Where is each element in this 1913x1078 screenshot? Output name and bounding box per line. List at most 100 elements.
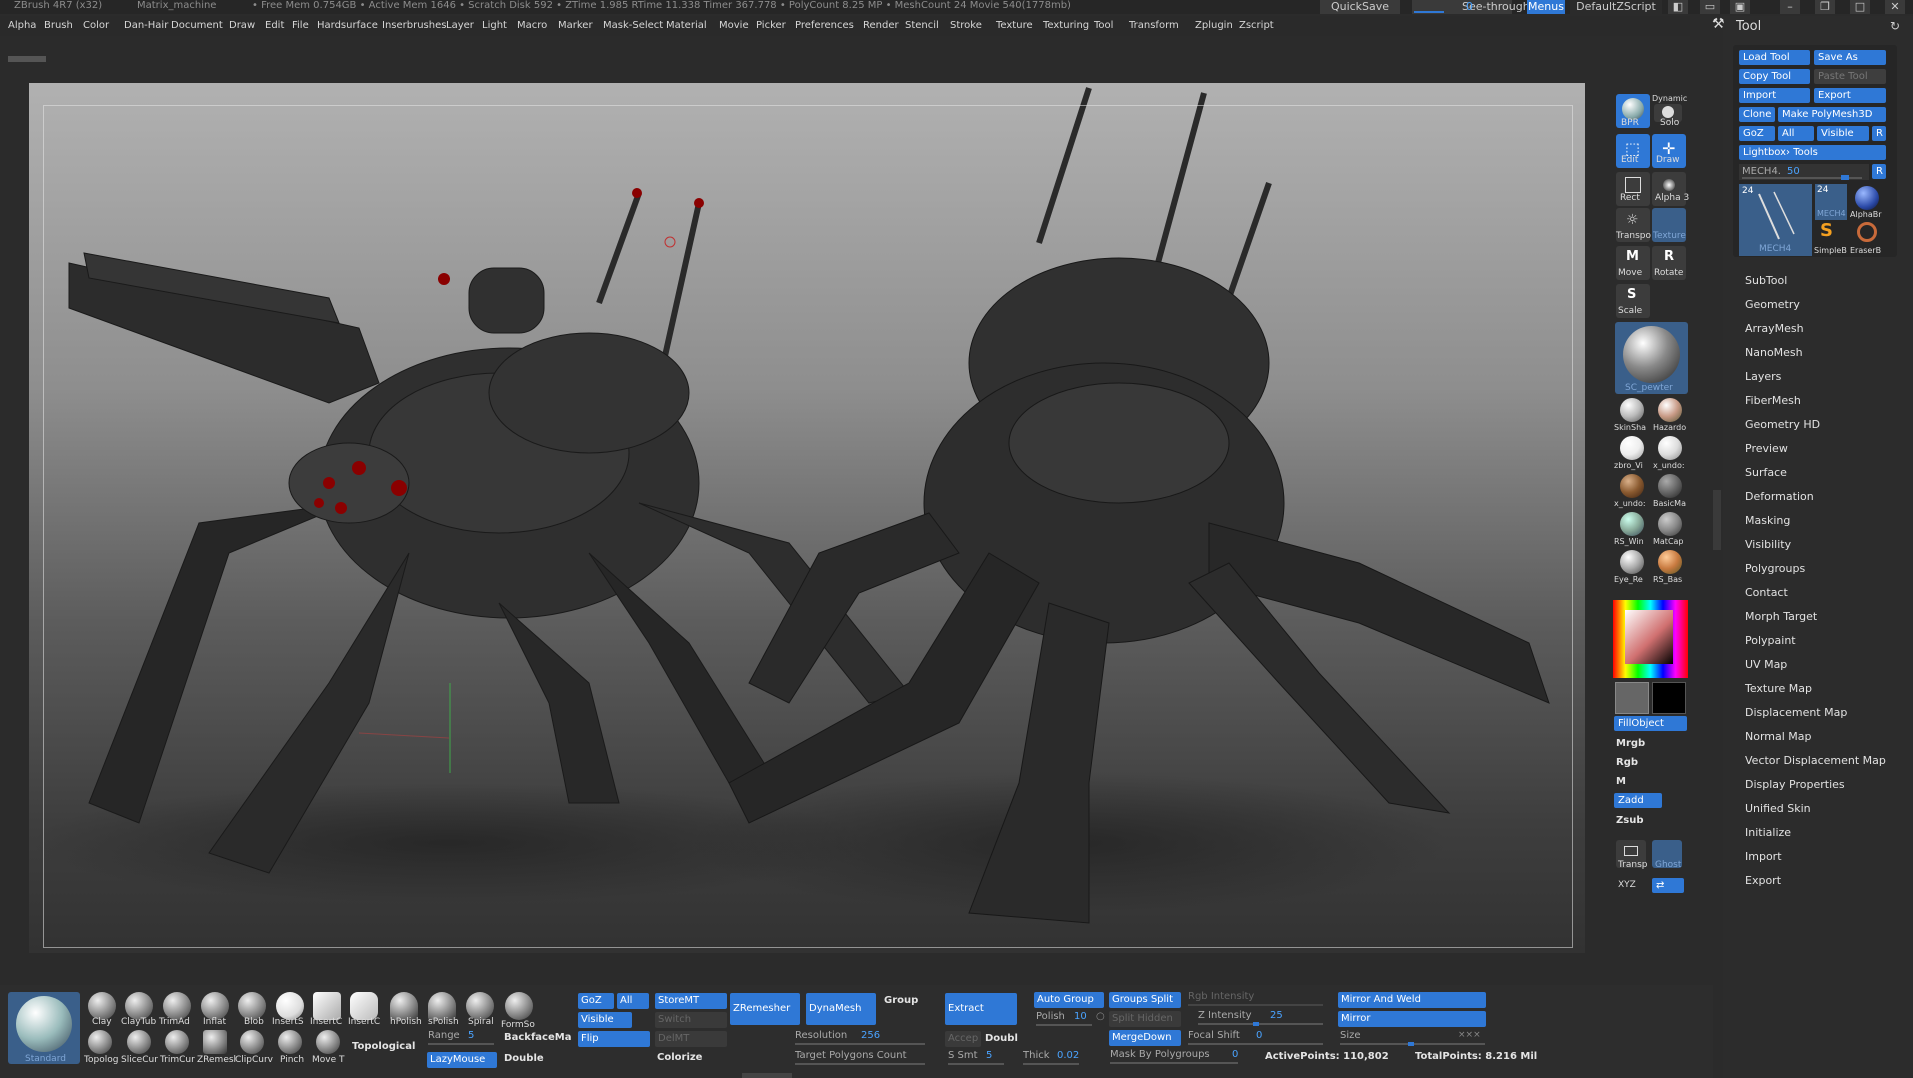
auto-groups-button[interactable]: Auto Group [1034, 992, 1104, 1008]
section-fibermesh[interactable]: FiberMesh [1745, 394, 1801, 407]
load-tool-button[interactable]: Load Tool [1739, 50, 1810, 65]
groups-split-button[interactable]: Groups Split [1109, 992, 1181, 1008]
section-contact[interactable]: Contact [1745, 586, 1788, 599]
brush-topology[interactable] [88, 1030, 112, 1054]
lazymouse-button[interactable]: LazyMouse [427, 1052, 497, 1068]
menu-transform[interactable]: Transform [1129, 20, 1179, 31]
size-slider[interactable]: Size ××× [1340, 1030, 1488, 1046]
current-material-button[interactable]: SC_pewter [1615, 322, 1688, 394]
menu-dan-hair[interactable]: Dan-Hair [124, 20, 168, 31]
brush-pinch[interactable] [278, 1030, 302, 1054]
menu-stencil[interactable]: Stencil [905, 20, 939, 31]
section-texture-map[interactable]: Texture Map [1745, 682, 1812, 695]
mergedown-button[interactable]: MergeDown [1109, 1030, 1181, 1046]
save-as-button[interactable]: Save As [1814, 50, 1886, 65]
make-polymesh3d-button[interactable]: Make PolyMesh3D [1778, 107, 1886, 122]
mirror-button[interactable]: Mirror [1338, 1011, 1486, 1027]
quicksave-button[interactable]: QuickSave [1320, 0, 1400, 14]
alphabrush-icon[interactable] [1855, 186, 1879, 210]
menu-zplugin[interactable]: Zplugin [1195, 20, 1233, 31]
double-toggle[interactable]: Double [504, 1053, 544, 1064]
polish-circle-icon[interactable]: ○ [1096, 1011, 1105, 1022]
rgb-button[interactable]: Rgb [1616, 757, 1638, 768]
section-arraymesh[interactable]: ArrayMesh [1745, 322, 1804, 335]
tray-handle[interactable] [8, 56, 46, 62]
split-hidden-button[interactable]: Split Hidden [1109, 1011, 1181, 1027]
eraserbrush-icon[interactable] [1857, 222, 1877, 242]
accept-button[interactable]: Accep [945, 1031, 981, 1047]
flip-button[interactable]: Flip [578, 1031, 650, 1047]
menu-movie[interactable]: Movie [719, 20, 749, 31]
zsub-button[interactable]: Zsub [1616, 815, 1643, 826]
menu-brush[interactable]: Brush [44, 20, 73, 31]
color-picker[interactable] [1613, 600, 1688, 678]
goz-visible-button[interactable]: Visible [1817, 126, 1869, 141]
menu-color[interactable]: Color [83, 20, 109, 31]
menu-preferences[interactable]: Preferences [795, 20, 854, 31]
menu-layer[interactable]: Layer [446, 20, 474, 31]
minimize-icon[interactable]: – [1780, 0, 1800, 14]
menu-material[interactable]: Material [666, 20, 707, 31]
section-geometry[interactable]: Geometry [1745, 298, 1800, 311]
material-rs-win[interactable] [1620, 512, 1644, 536]
brush-move-topological[interactable] [316, 1030, 340, 1054]
menu-document[interactable]: Document [171, 20, 223, 31]
zremesher-button[interactable]: ZRemesher [730, 993, 800, 1025]
range-slider[interactable]: Range 5 [428, 1030, 498, 1045]
all-bottom-button[interactable]: All [617, 993, 649, 1009]
target-polygons-slider[interactable]: Target Polygons Count [795, 1050, 935, 1066]
menu-alpha[interactable]: Alpha [8, 20, 36, 31]
brush-trimadaptive[interactable] [163, 992, 191, 1020]
focal-shift-slider[interactable]: Focal Shift 0 [1188, 1030, 1328, 1046]
zadd-button[interactable]: Zadd [1614, 793, 1662, 808]
storemt-button[interactable]: StoreMT [655, 993, 727, 1009]
color-picker-square[interactable] [1625, 610, 1673, 664]
colorize-toggle[interactable]: Colorize [657, 1052, 702, 1063]
brush-formsoft[interactable] [505, 992, 533, 1020]
section-polygroups[interactable]: Polygroups [1745, 562, 1805, 575]
secondary-color-swatch[interactable] [1652, 682, 1686, 714]
bottom-tray-handle[interactable] [742, 1073, 792, 1078]
extract-button[interactable]: Extract [945, 993, 1017, 1025]
section-morph-target[interactable]: Morph Target [1745, 610, 1817, 623]
simplebrush-icon[interactable]: S [1820, 220, 1833, 241]
brush-hpolish[interactable] [390, 992, 418, 1020]
thick-slider[interactable]: Thick 0.02 [1023, 1050, 1083, 1066]
main-color-swatch[interactable] [1615, 682, 1649, 714]
section-initialize[interactable]: Initialize [1745, 826, 1791, 839]
brush-claytubes[interactable] [125, 992, 153, 1020]
see-through-slider[interactable]: See-through 0 [1412, 0, 1530, 14]
section-polypaint[interactable]: Polypaint [1745, 634, 1796, 647]
current-tool-thumb[interactable]: 24 MECH4 [1739, 184, 1812, 256]
mesh-r-button[interactable]: R [1872, 164, 1886, 179]
refresh-icon[interactable]: ↻ [1890, 19, 1900, 33]
mirror-and-weld-button[interactable]: Mirror And Weld [1338, 992, 1486, 1008]
brush-blob[interactable] [238, 992, 266, 1020]
palette-icon[interactable]: ◧ [1668, 0, 1688, 14]
material-eye[interactable] [1620, 550, 1644, 574]
polish-slider[interactable]: Polish 10 ○ [1036, 1011, 1105, 1027]
section-preview[interactable]: Preview [1745, 442, 1788, 455]
material-rs-bas[interactable] [1658, 550, 1682, 574]
switch-button[interactable]: Switch [655, 1012, 727, 1028]
panel-collapse-handle[interactable] [1713, 490, 1721, 550]
menu-texturing[interactable]: Texturing [1043, 20, 1089, 31]
menus-toggle[interactable]: Menus [1527, 0, 1565, 14]
brush-spiral[interactable] [466, 992, 494, 1020]
brush-insertcylinder[interactable] [350, 992, 378, 1020]
material-undo-2[interactable] [1620, 474, 1644, 498]
menu-mask-select[interactable]: Mask-Select [603, 20, 663, 31]
section-subtool[interactable]: SubTool [1745, 274, 1787, 287]
lightbox-tools-button[interactable]: Lightbox› Tools [1739, 145, 1886, 160]
goz-button[interactable]: GoZ [1739, 126, 1775, 141]
section-display-properties[interactable]: Display Properties [1745, 778, 1845, 791]
menu-light[interactable]: Light [482, 20, 507, 31]
menu-hardsurface[interactable]: Hardsurface [317, 20, 378, 31]
copy-tool-button[interactable]: Copy Tool [1739, 69, 1810, 84]
section-deformation[interactable]: Deformation [1745, 490, 1814, 503]
z-intensity-knob[interactable] [1253, 1022, 1259, 1026]
menu-texture[interactable]: Texture [996, 20, 1033, 31]
section-geometry-hd[interactable]: Geometry HD [1745, 418, 1820, 431]
default-zscript-button[interactable]: DefaultZScript [1570, 0, 1662, 14]
close-icon[interactable]: ✕ [1885, 0, 1905, 14]
